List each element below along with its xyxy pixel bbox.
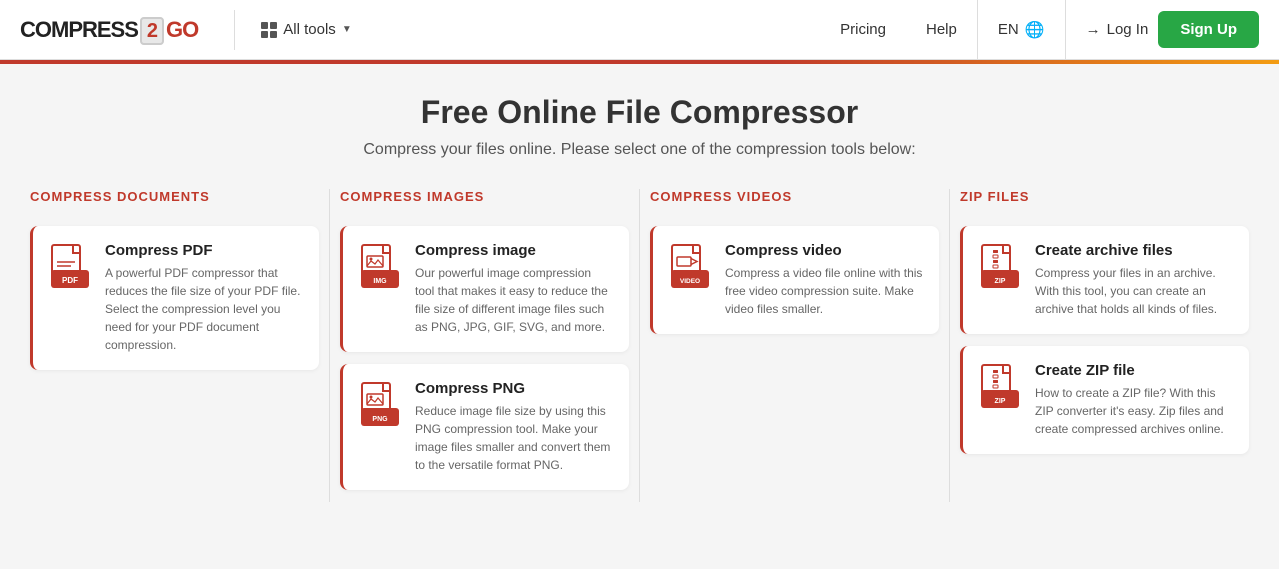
login-button[interactable]: → Log In: [1086, 21, 1149, 38]
tool-title-create-zip: Create ZIP file: [1035, 362, 1233, 379]
globe-icon: 🌐: [1025, 20, 1045, 40]
tool-card-compress-image[interactable]: IMG Compress image Our powerful image co…: [340, 226, 629, 352]
tool-info-create-zip: Create ZIP file How to create a ZIP file…: [1035, 362, 1233, 438]
col-header-zip: ZIP FILES: [960, 189, 1249, 212]
tool-desc-create-archive: Compress your files in an archive. With …: [1035, 264, 1233, 318]
tool-desc-compress-png: Reduce image file size by using this PNG…: [415, 402, 613, 474]
tool-info-compress-video: Compress video Compress a video file onl…: [725, 242, 923, 318]
language-selector[interactable]: EN 🌐: [977, 0, 1066, 60]
auth-section: → Log In Sign Up: [1066, 11, 1259, 48]
grid-icon: [261, 22, 277, 38]
chevron-down-icon: ▼: [342, 24, 352, 35]
archive-icon: ZIP: [979, 242, 1021, 294]
page-subtitle: Compress your files online. Please selec…: [20, 141, 1259, 159]
login-label: Log In: [1107, 21, 1149, 38]
tool-info-compress-pdf: Compress PDF A powerful PDF compressor t…: [105, 242, 303, 354]
col-compress-documents: COMPRESS DOCUMENTS PDF Compress PDF A po…: [20, 189, 329, 502]
logo-2: 2: [140, 17, 164, 45]
tool-info-compress-png: Compress PNG Reduce image file size by u…: [415, 380, 613, 474]
svg-text:ZIP: ZIP: [995, 278, 1006, 285]
help-link[interactable]: Help: [906, 0, 977, 60]
image-icon-1: IMG: [359, 242, 401, 294]
svg-text:ZIP: ZIP: [995, 398, 1006, 405]
col-header-documents: COMPRESS DOCUMENTS: [30, 189, 319, 212]
logo-go: GO: [166, 17, 198, 42]
main-content: Free Online File Compressor Compress you…: [0, 64, 1279, 522]
col-header-images: COMPRESS IMAGES: [340, 189, 629, 212]
tool-card-create-archive[interactable]: ZIP Create archive files Compress your f…: [960, 226, 1249, 334]
col-compress-videos: COMPRESS VIDEOS VIDEO Compress video Com…: [640, 189, 949, 502]
logo-compress: COMPRESS: [20, 17, 138, 42]
tool-desc-compress-video: Compress a video file online with this f…: [725, 264, 923, 318]
tool-title-compress-video: Compress video: [725, 242, 923, 259]
tool-title-compress-image: Compress image: [415, 242, 613, 259]
svg-text:PNG: PNG: [372, 416, 388, 423]
pdf-icon: PDF: [49, 242, 91, 294]
tool-title-compress-png: Compress PNG: [415, 380, 613, 397]
col-compress-images: COMPRESS IMAGES IMG Compress image: [330, 189, 639, 502]
page-title: Free Online File Compressor: [20, 94, 1259, 131]
svg-text:VIDEO: VIDEO: [680, 278, 700, 285]
tool-card-compress-png[interactable]: PNG Compress PNG Reduce image file size …: [340, 364, 629, 490]
tool-card-compress-video[interactable]: VIDEO Compress video Compress a video fi…: [650, 226, 939, 334]
tool-info-compress-image: Compress image Our powerful image compre…: [415, 242, 613, 336]
tool-desc-compress-image: Our powerful image compression tool that…: [415, 264, 613, 336]
header-nav: Pricing Help EN 🌐 → Log In Sign Up: [820, 0, 1259, 60]
lang-code: EN: [998, 21, 1019, 38]
login-icon: →: [1086, 21, 1101, 38]
video-icon: VIDEO: [669, 242, 711, 294]
header: COMPRESS2GO All tools ▼ Pricing Help EN …: [0, 0, 1279, 60]
tool-card-compress-pdf[interactable]: PDF Compress PDF A powerful PDF compress…: [30, 226, 319, 370]
svg-text:PDF: PDF: [62, 276, 78, 285]
signup-button[interactable]: Sign Up: [1158, 11, 1259, 48]
logo: COMPRESS2GO: [20, 17, 198, 43]
tool-title-create-archive: Create archive files: [1035, 242, 1233, 259]
col-zip-files: ZIP FILES ZIP Create archive fi: [950, 189, 1259, 502]
tool-card-create-zip[interactable]: ZIP Create ZIP file How to create a ZIP …: [960, 346, 1249, 454]
all-tools-button[interactable]: All tools ▼: [251, 15, 361, 44]
pricing-link[interactable]: Pricing: [820, 0, 906, 60]
header-divider: [234, 10, 235, 50]
tool-title-compress-pdf: Compress PDF: [105, 242, 303, 259]
all-tools-label: All tools: [283, 21, 336, 38]
zip-icon: ZIP: [979, 362, 1021, 414]
svg-text:IMG: IMG: [373, 278, 387, 285]
image-icon-2: PNG: [359, 380, 401, 432]
col-header-videos: COMPRESS VIDEOS: [650, 189, 939, 212]
tool-desc-compress-pdf: A powerful PDF compressor that reduces t…: [105, 264, 303, 354]
tool-desc-create-zip: How to create a ZIP file? With this ZIP …: [1035, 384, 1233, 438]
tool-columns: COMPRESS DOCUMENTS PDF Compress PDF A po…: [20, 189, 1259, 502]
tool-info-create-archive: Create archive files Compress your files…: [1035, 242, 1233, 318]
